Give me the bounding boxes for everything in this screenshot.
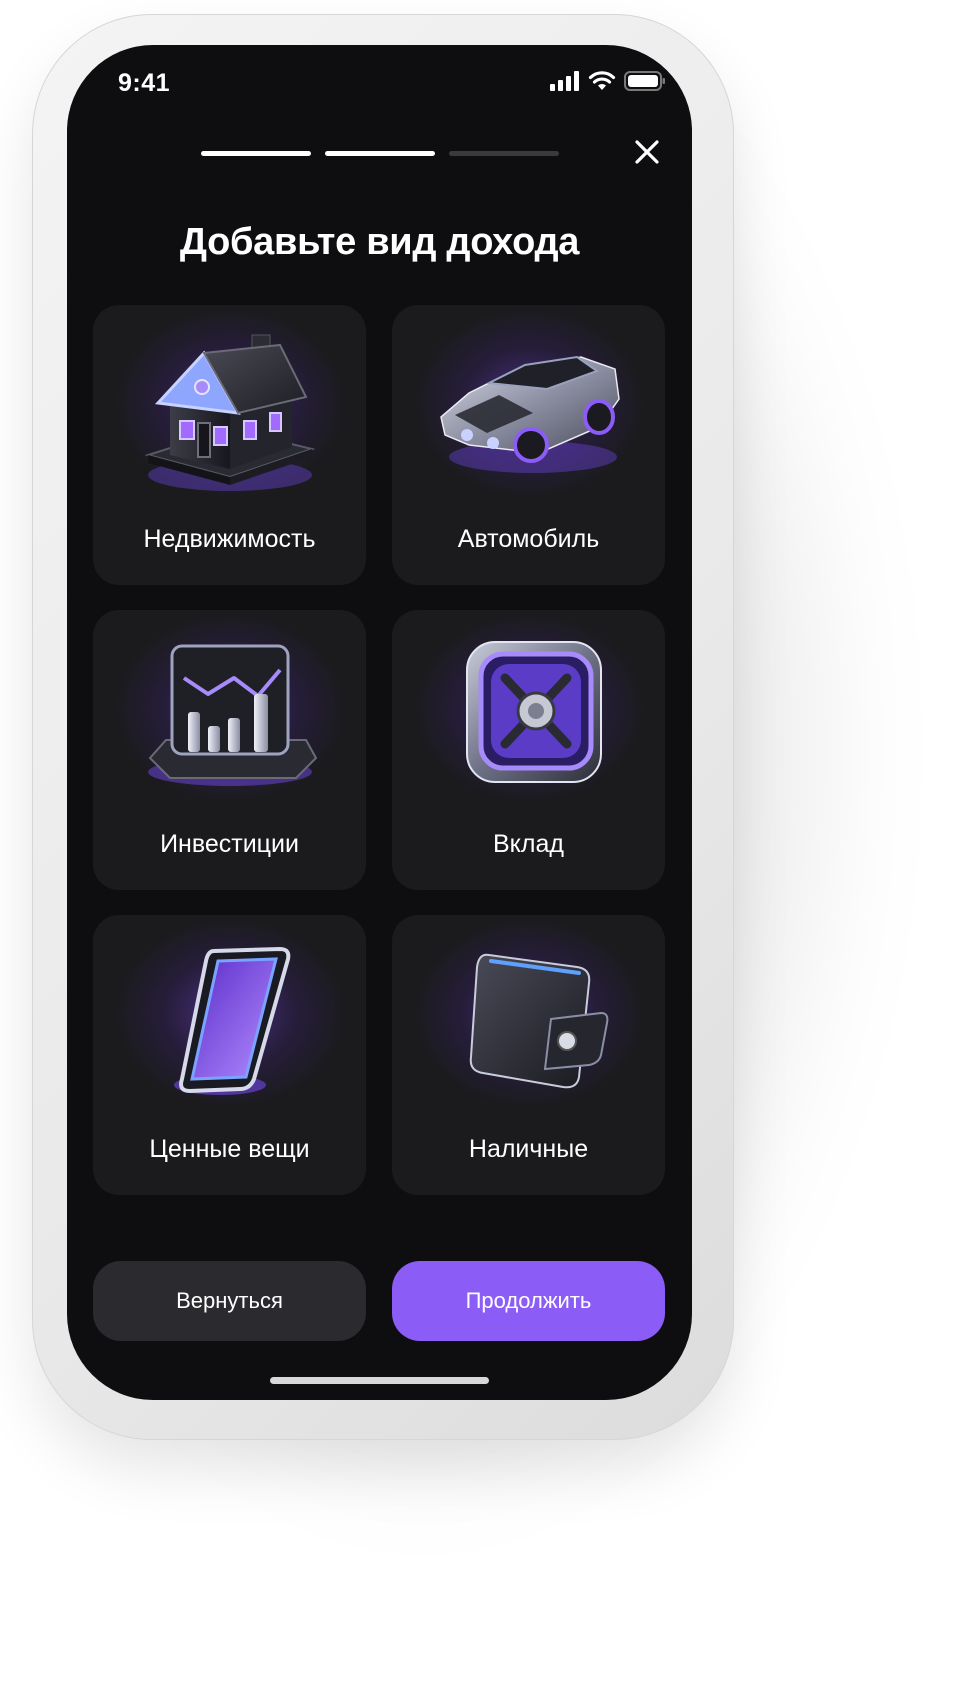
car-icon (439, 355, 620, 473)
wifi-icon (588, 71, 616, 90)
back-button-label: Вернуться (176, 1288, 283, 1313)
phone-screen: 9:41 Добавьте вид дохода Недвижимость Ав… (67, 45, 692, 1400)
smartphone-icon (173, 946, 290, 1095)
back-button[interactable]: Вернуться (93, 1261, 366, 1341)
status-time: 9:41 (118, 69, 171, 97)
income-card-label: Автомобиль (457, 525, 600, 553)
income-type-grid: Недвижимость Автомобиль Инвестиции Вклад… (93, 305, 665, 1195)
page-title: Добавьте вид дохода (179, 221, 580, 263)
status-icons (550, 71, 666, 91)
progress-step-3 (449, 151, 559, 156)
battery-icon (624, 71, 665, 91)
house-icon (143, 334, 316, 491)
income-card-label: Ценные вещи (149, 1135, 310, 1163)
income-card-label: Инвестиции (160, 830, 299, 858)
income-card-real-estate[interactable]: Недвижимость (93, 305, 366, 585)
cellular-signal-icon (550, 71, 579, 91)
mockup-stage: 9:41 Добавьте вид дохода Недвижимость Ав… (0, 0, 972, 1701)
status-bar: 9:41 (67, 45, 692, 125)
close-icon (635, 140, 659, 164)
continue-button[interactable]: Продолжить (392, 1261, 665, 1341)
income-card-cash[interactable]: Наличные (392, 915, 665, 1195)
investment-chart-icon (147, 644, 317, 786)
income-card-valuables[interactable]: Ценные вещи (93, 915, 366, 1195)
onboarding-progress (201, 151, 559, 156)
income-card-label: Наличные (468, 1135, 589, 1163)
continue-button-label: Продолжить (465, 1288, 592, 1313)
income-card-deposit[interactable]: Вклад (392, 610, 665, 890)
close-button[interactable] (632, 137, 662, 167)
progress-step-1 (201, 151, 311, 156)
income-card-label: Недвижимость (143, 525, 316, 553)
income-card-car[interactable]: Автомобиль (392, 305, 665, 585)
income-card-label: Вклад (493, 830, 564, 858)
safe-icon (465, 641, 602, 783)
home-indicator (270, 1377, 489, 1384)
income-card-investments[interactable]: Инвестиции (93, 610, 366, 890)
wallet-icon (469, 953, 608, 1089)
progress-step-2 (325, 151, 435, 156)
